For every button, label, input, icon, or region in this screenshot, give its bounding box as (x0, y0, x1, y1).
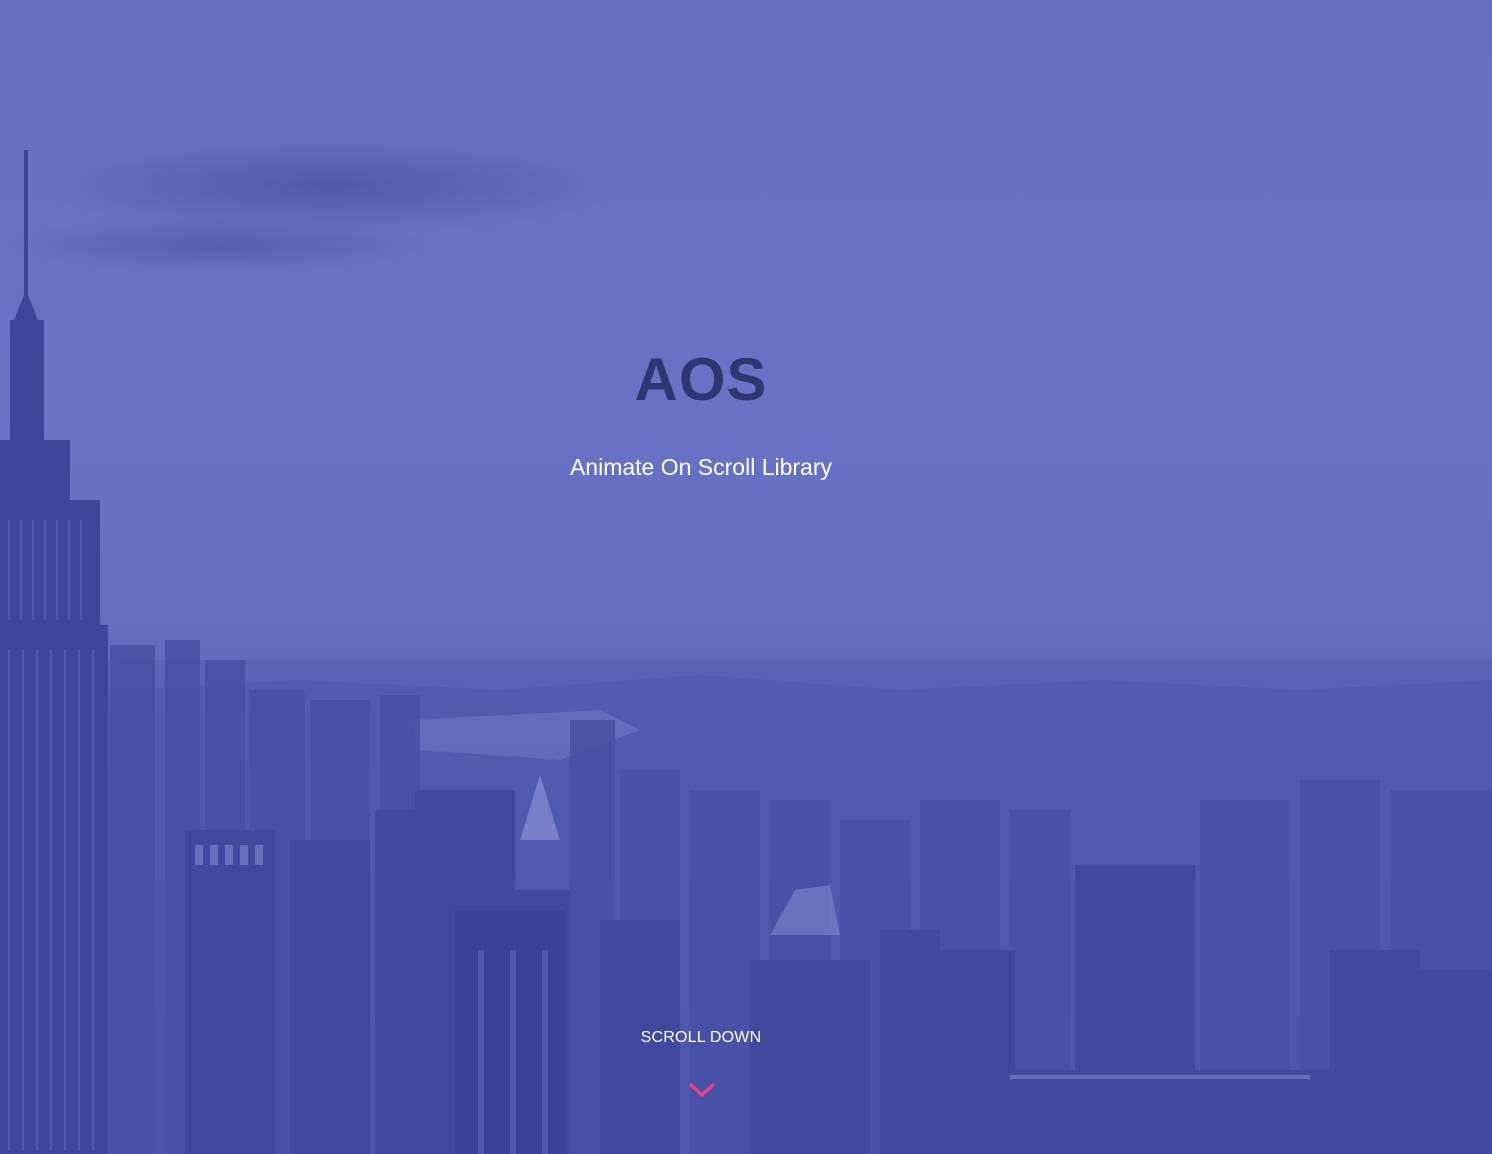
hero-content: AOS Animate On Scroll Library SCROLL DOW… (0, 0, 1492, 1154)
page-subtitle: Animate On Scroll Library (569, 454, 833, 480)
page-title: AOS (634, 346, 768, 413)
chevron-down-icon[interactable] (688, 1080, 716, 1102)
scroll-down-link[interactable]: SCROLL DOWN (0, 1029, 1402, 1047)
title-container: AOS (0, 345, 1402, 414)
